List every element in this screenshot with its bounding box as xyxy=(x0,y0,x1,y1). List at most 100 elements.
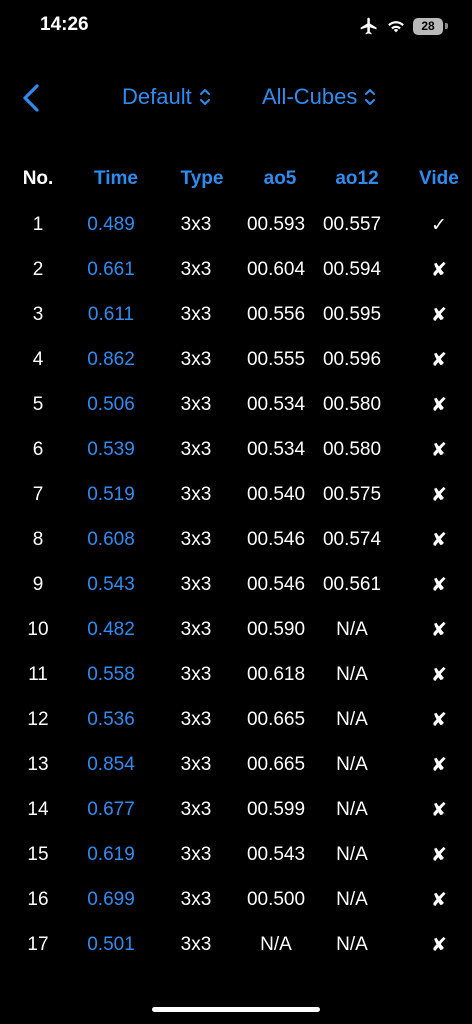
row-type: 3x3 xyxy=(180,709,212,730)
row-time[interactable]: 0.506 xyxy=(87,394,135,416)
row-type: 3x3 xyxy=(180,439,212,460)
row-type: 3x3 xyxy=(180,214,212,235)
row-time[interactable]: 0.536 xyxy=(87,709,135,731)
row-time[interactable]: 0.661 xyxy=(87,259,135,281)
row-time[interactable]: 0.489 xyxy=(87,214,135,236)
row-ao5: 00.534 xyxy=(246,394,306,415)
row-type: 3x3 xyxy=(180,664,212,685)
row-number: 15 xyxy=(27,844,49,865)
row-ao12: 00.596 xyxy=(322,349,382,370)
row-video-status: ✘ xyxy=(431,350,447,371)
row-number: 16 xyxy=(27,889,49,910)
row-number: 12 xyxy=(27,709,49,730)
row-number: 14 xyxy=(27,799,49,820)
row-time[interactable]: 0.854 xyxy=(87,754,135,776)
row-number: 6 xyxy=(32,439,44,460)
header-time[interactable]: Time xyxy=(94,168,138,190)
row-ao12: 00.575 xyxy=(322,484,382,505)
row-number: 1 xyxy=(32,214,44,235)
row-time[interactable]: 0.543 xyxy=(87,574,135,596)
table-row[interactable]: 13 0.854 3x3 00.665 N/A ✘ xyxy=(0,742,472,787)
table-row[interactable]: 1 0.489 3x3 00.593 00.557 ✓ xyxy=(0,202,472,247)
row-type: 3x3 xyxy=(180,934,212,955)
row-video-status: ✘ xyxy=(431,935,447,956)
home-indicator[interactable] xyxy=(152,1007,320,1012)
row-type: 3x3 xyxy=(180,619,212,640)
row-ao5: 00.665 xyxy=(246,709,306,730)
row-number: 13 xyxy=(27,754,49,775)
row-type: 3x3 xyxy=(180,844,212,865)
table-row[interactable]: 4 0.862 3x3 00.555 00.596 ✘ xyxy=(0,337,472,382)
row-video-status: ✘ xyxy=(431,395,447,416)
battery-level: 28 xyxy=(421,19,435,33)
table-row[interactable]: 14 0.677 3x3 00.599 N/A ✘ xyxy=(0,787,472,832)
table-row[interactable]: 11 0.558 3x3 00.618 N/A ✘ xyxy=(0,652,472,697)
row-time[interactable]: 0.519 xyxy=(87,484,135,506)
row-ao5: 00.534 xyxy=(246,439,306,460)
row-number: 7 xyxy=(32,484,44,505)
row-type: 3x3 xyxy=(180,259,212,280)
row-type: 3x3 xyxy=(180,799,212,820)
row-ao5: N/A xyxy=(260,934,292,955)
row-time[interactable]: 0.558 xyxy=(87,664,135,686)
header-ao12[interactable]: ao12 xyxy=(335,168,378,190)
header-video[interactable]: Vide xyxy=(419,168,459,190)
row-time[interactable]: 0.482 xyxy=(87,619,135,641)
row-number: 4 xyxy=(32,349,44,370)
header-type[interactable]: Type xyxy=(181,168,224,190)
row-type: 3x3 xyxy=(180,754,212,775)
row-ao12: 00.580 xyxy=(322,394,382,415)
row-ao5: 00.593 xyxy=(246,214,306,235)
airplane-icon xyxy=(359,16,379,36)
wifi-icon xyxy=(387,18,405,34)
row-ao5: 00.540 xyxy=(246,484,306,505)
table-row[interactable]: 16 0.699 3x3 00.500 N/A ✘ xyxy=(0,877,472,922)
row-time[interactable]: 0.501 xyxy=(87,934,135,956)
row-number: 5 xyxy=(32,394,44,415)
row-time[interactable]: 0.619 xyxy=(87,844,135,866)
row-time[interactable]: 0.539 xyxy=(87,439,135,461)
row-type: 3x3 xyxy=(180,529,212,550)
table-row[interactable]: 5 0.506 3x3 00.534 00.580 ✘ xyxy=(0,382,472,427)
row-number: 17 xyxy=(27,934,49,955)
row-number: 8 xyxy=(32,529,44,550)
chevron-up-down-icon xyxy=(199,89,210,105)
table-row[interactable]: 17 0.501 3x3 N/A N/A ✘ xyxy=(0,922,472,967)
row-video-status: ✘ xyxy=(431,575,447,596)
table-row[interactable]: 6 0.539 3x3 00.534 00.580 ✘ xyxy=(0,427,472,472)
row-time[interactable]: 0.677 xyxy=(87,799,135,821)
puzzle-picker[interactable]: All-Cubes xyxy=(262,84,377,110)
header-no[interactable]: No. xyxy=(23,168,54,190)
profile-picker[interactable]: Default xyxy=(122,84,212,110)
row-video-status: ✘ xyxy=(431,530,447,551)
table-row[interactable]: 12 0.536 3x3 00.665 N/A ✘ xyxy=(0,697,472,742)
table-row[interactable]: 2 0.661 3x3 00.604 00.594 ✘ xyxy=(0,247,472,292)
row-video-status: ✘ xyxy=(431,845,447,866)
profile-picker-label: Default xyxy=(122,84,192,109)
table-row[interactable]: 3 0.611 3x3 00.556 00.595 ✘ xyxy=(0,292,472,337)
table-row[interactable]: 8 0.608 3x3 00.546 00.574 ✘ xyxy=(0,517,472,562)
row-type: 3x3 xyxy=(180,889,212,910)
table-row[interactable]: 7 0.519 3x3 00.540 00.575 ✘ xyxy=(0,472,472,517)
row-ao12: N/A xyxy=(336,709,368,730)
row-ao12: N/A xyxy=(336,664,368,685)
back-button[interactable] xyxy=(18,82,46,114)
status-icons: 28 xyxy=(359,14,448,38)
row-video-status: ✘ xyxy=(431,800,447,821)
table-row[interactable]: 9 0.543 3x3 00.546 00.561 ✘ xyxy=(0,562,472,607)
row-ao12: 00.561 xyxy=(322,574,382,595)
row-type: 3x3 xyxy=(180,349,212,370)
row-type: 3x3 xyxy=(180,484,212,505)
row-ao5: 00.590 xyxy=(246,619,306,640)
row-time[interactable]: 0.608 xyxy=(87,529,135,551)
row-video-status: ✓ xyxy=(431,215,447,236)
row-video-status: ✘ xyxy=(431,260,447,281)
row-ao12: 00.574 xyxy=(322,529,382,550)
table-row[interactable]: 10 0.482 3x3 00.590 N/A ✘ xyxy=(0,607,472,652)
row-ao5: 00.618 xyxy=(246,664,306,685)
table-row[interactable]: 15 0.619 3x3 00.543 N/A ✘ xyxy=(0,832,472,877)
row-time[interactable]: 0.699 xyxy=(87,889,135,911)
row-time[interactable]: 0.862 xyxy=(87,349,135,371)
row-time[interactable]: 0.611 xyxy=(88,304,134,326)
header-ao5[interactable]: ao5 xyxy=(264,168,297,190)
